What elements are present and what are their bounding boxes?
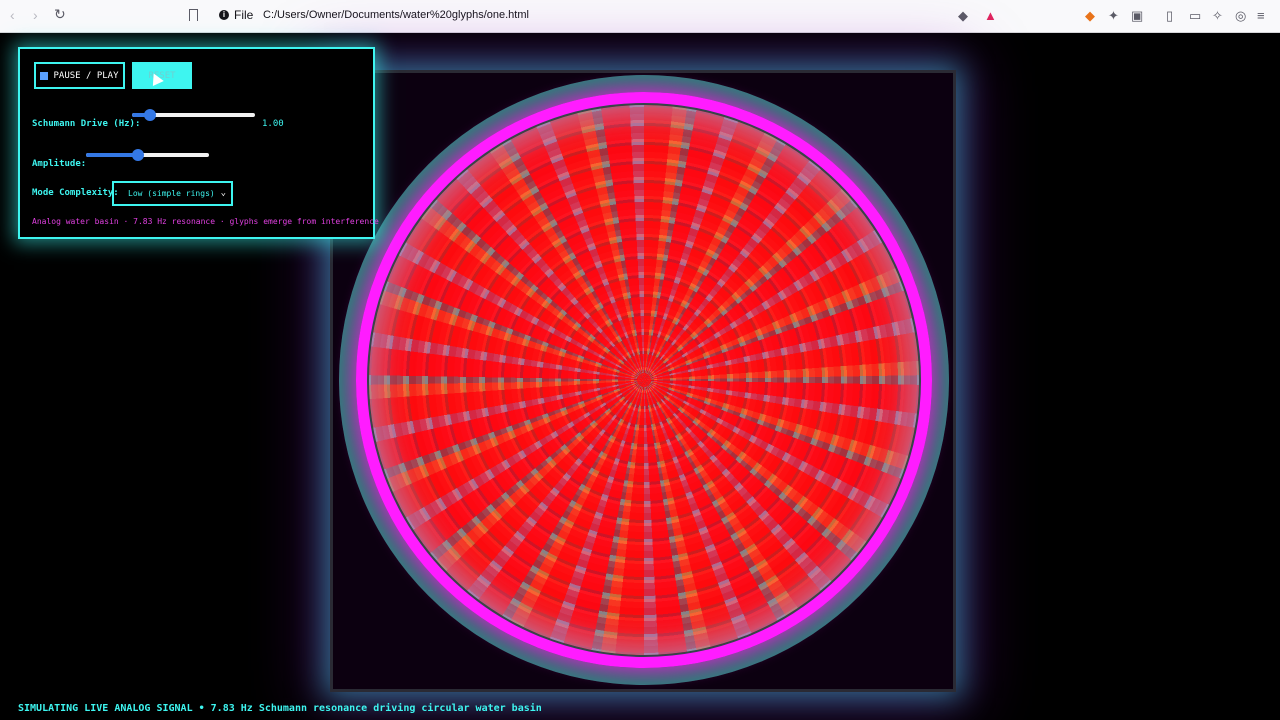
mode-select[interactable]: Low (simple rings) ⌄: [112, 181, 233, 206]
shield-icon[interactable]: ◆: [958, 8, 968, 24]
pause-play-label: PAUSE / PLAY: [53, 70, 119, 81]
schumann-slider-thumb[interactable]: [144, 109, 157, 121]
info-icon: i: [219, 10, 229, 20]
control-panel: PAUSE / PLAY RESET Schumann Drive (Hz): …: [18, 47, 379, 239]
translate-icon[interactable]: ▣: [1131, 8, 1143, 24]
extensions-icon[interactable]: ✦: [1108, 8, 1119, 24]
forward-icon[interactable]: ›: [33, 7, 38, 23]
chevron-down-icon: ⌄: [220, 188, 226, 198]
amplitude-slider-thumb[interactable]: [131, 149, 144, 161]
schumann-label: Schumann Drive (Hz):: [32, 119, 141, 129]
pause-icon: [40, 71, 49, 80]
reload-icon[interactable]: ↻: [54, 6, 66, 23]
bookmark-icon[interactable]: [189, 9, 198, 21]
site-info[interactable]: i File: [219, 8, 253, 22]
schumann-value: 1.00: [262, 119, 284, 129]
wallet-icon[interactable]: ▭: [1189, 8, 1201, 24]
schumann-slider[interactable]: [132, 109, 255, 121]
browser-toolbar: ‹ › ↻ i File C:/Users/Owner/Documents/wa…: [0, 0, 1280, 33]
water-interference-pattern: [369, 105, 919, 655]
panel-caption: Analog water basin · 7.83 Hz resonance ·…: [32, 217, 379, 226]
extension-fox-icon[interactable]: ◆: [1085, 8, 1095, 24]
vpn-icon[interactable]: ◎: [1235, 8, 1246, 24]
sidebar-icon[interactable]: ▯: [1166, 8, 1173, 24]
pause-play-button[interactable]: PAUSE / PLAY: [34, 62, 125, 89]
warning-icon[interactable]: ▲: [984, 8, 997, 23]
back-icon[interactable]: ‹: [10, 7, 15, 23]
amplitude-label: Amplitude:: [32, 159, 87, 169]
mode-label: Mode Complexity:: [32, 188, 119, 198]
menu-icon[interactable]: ≡: [1257, 8, 1265, 23]
reset-button[interactable]: RESET: [132, 62, 192, 89]
mode-select-value: Low (simple rings): [128, 189, 215, 198]
amplitude-slider-fill: [86, 153, 138, 157]
status-line: SIMULATING LIVE ANALOG SIGNAL • 7.83 Hz …: [18, 703, 542, 714]
page: PAUSE / PLAY RESET Schumann Drive (Hz): …: [4, 33, 1276, 720]
ai-icon[interactable]: ✧: [1212, 8, 1223, 24]
address-bar[interactable]: C:/Users/Owner/Documents/water%20glyphs/…: [263, 9, 529, 21]
file-label: File: [234, 8, 254, 22]
amplitude-slider[interactable]: [86, 149, 209, 161]
